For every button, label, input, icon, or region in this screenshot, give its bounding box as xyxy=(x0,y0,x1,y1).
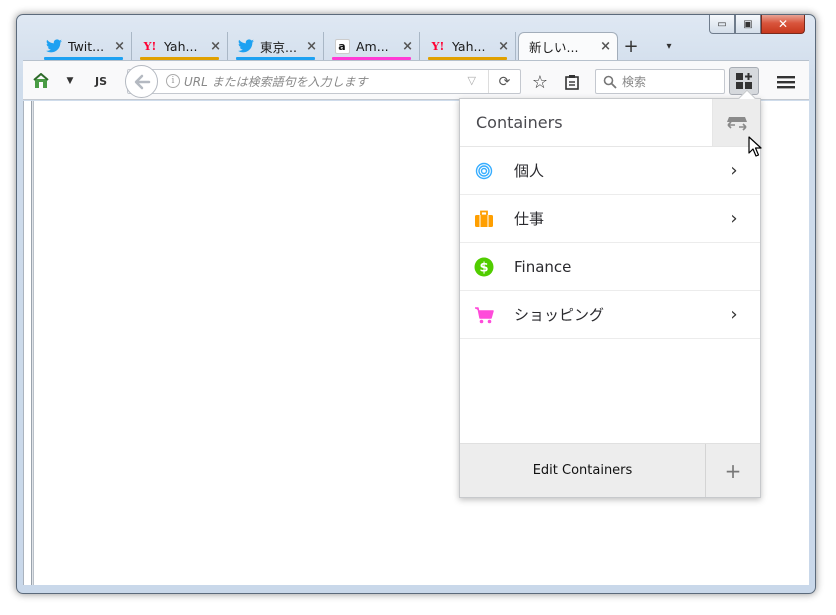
tab-yahoo-2[interactable]: Y! Yah... × xyxy=(420,32,516,60)
add-container-button[interactable]: + xyxy=(705,444,760,497)
yahoo-icon: Y! xyxy=(431,39,445,53)
container-name: 個人 xyxy=(514,162,545,180)
yahoo-icon: Y! xyxy=(143,39,157,53)
panel-footer: Edit Containers + xyxy=(460,443,760,497)
bookmark-star-button[interactable]: ☆ xyxy=(529,71,551,93)
tab-close-button[interactable]: × xyxy=(306,39,317,54)
amazon-icon: a xyxy=(334,38,350,54)
chevron-right-icon[interactable]: › xyxy=(724,304,744,325)
home-icon xyxy=(33,73,49,88)
tab-title: Am... xyxy=(356,38,389,54)
tab-close-button[interactable]: × xyxy=(498,39,509,54)
container-row-personal[interactable]: 個人 › xyxy=(460,147,760,195)
chevron-right-icon[interactable]: › xyxy=(724,160,744,181)
tab-yahoo-1[interactable]: Y! Yah... × xyxy=(132,32,228,60)
tab-close-button[interactable]: × xyxy=(600,39,611,54)
briefcase-icon xyxy=(474,209,494,229)
container-name: Finance xyxy=(514,257,572,276)
tab-close-button[interactable]: × xyxy=(210,39,221,54)
twitter-icon xyxy=(238,38,254,54)
panel-header: Containers xyxy=(460,99,760,147)
container-row-shopping[interactable]: ショッピング › xyxy=(460,291,760,339)
home-container-button[interactable] xyxy=(31,71,51,91)
tab-title: 東京... xyxy=(260,39,297,55)
reload-icon[interactable]: ⟳ xyxy=(488,70,520,93)
hamburger-icon xyxy=(777,76,795,89)
minimize-button[interactable]: ▭ xyxy=(709,15,735,34)
tab-close-button[interactable]: × xyxy=(402,39,413,54)
clipboard-icon xyxy=(565,75,579,90)
containers-icon xyxy=(736,73,752,89)
container-row-work[interactable]: 仕事 › xyxy=(460,195,760,243)
fingerprint-icon xyxy=(474,161,494,181)
restore-button[interactable]: ▣ xyxy=(735,15,761,34)
back-arrow-icon xyxy=(134,74,150,89)
search-input[interactable]: 検索 xyxy=(622,73,646,90)
svg-text:$: $ xyxy=(479,260,488,275)
tab-title: Twit... xyxy=(68,38,105,54)
tab-twitter-1[interactable]: Twit... × xyxy=(36,32,132,60)
new-tab-button[interactable]: + xyxy=(618,32,644,60)
tab-new-tab[interactable]: 新しい... × xyxy=(518,32,618,60)
url-bar[interactable]: URL または検索語句を入力します ▽ ⟳ xyxy=(127,69,521,94)
search-bar[interactable]: 検索 xyxy=(595,69,725,94)
site-info-icon[interactable]: i xyxy=(166,74,180,88)
nav-toolbar: ▼ JS URL または検索語句を入力します ▽ ⟳ i ☆ 検索 xyxy=(23,60,809,100)
window-controls: ▭ ▣ ✕ xyxy=(709,15,805,35)
close-window-button[interactable]: ✕ xyxy=(761,15,805,34)
menu-button[interactable] xyxy=(775,71,797,93)
reader-list-button[interactable] xyxy=(561,71,583,93)
cart-icon xyxy=(474,305,494,325)
container-row-finance[interactable]: $ Finance xyxy=(460,243,760,291)
tab-close-button[interactable]: × xyxy=(114,39,125,54)
tab-title: Yah... xyxy=(452,38,486,54)
container-name: 仕事 xyxy=(514,210,545,228)
twitter-icon xyxy=(46,38,62,54)
tab-amazon[interactable]: a Am... × xyxy=(324,32,420,60)
search-icon xyxy=(603,75,617,89)
sort-icon xyxy=(726,116,747,131)
tab-strip: Twit... × Y! Yah... × 東京... × a Am... × … xyxy=(36,32,682,60)
sidebar-gutter xyxy=(31,101,34,585)
url-dropdown-icon[interactable]: ▽ xyxy=(468,74,476,87)
tab-title: 新しい... xyxy=(529,40,579,55)
home-dropdown-button[interactable]: ▼ xyxy=(63,71,77,91)
star-icon: ☆ xyxy=(531,71,549,93)
tab-twitter-2[interactable]: 東京... × xyxy=(228,32,324,60)
tab-title: Yah... xyxy=(164,38,198,54)
container-name: ショッピング xyxy=(514,306,605,324)
list-all-tabs-button[interactable]: ▾ xyxy=(656,32,682,60)
panel-title: Containers xyxy=(476,113,563,132)
chevron-right-icon[interactable]: › xyxy=(724,208,744,229)
mouse-cursor-icon xyxy=(748,136,762,157)
js-toggle-button[interactable]: JS xyxy=(89,71,113,91)
dollar-icon: $ xyxy=(474,257,494,277)
containers-panel: Containers 個人 › 仕事 › $ Finance ショッピング › … xyxy=(459,89,761,498)
back-button[interactable] xyxy=(125,65,158,98)
edit-containers-button[interactable]: Edit Containers xyxy=(460,444,705,497)
url-input[interactable]: URL または検索語句を入力します xyxy=(184,73,368,90)
